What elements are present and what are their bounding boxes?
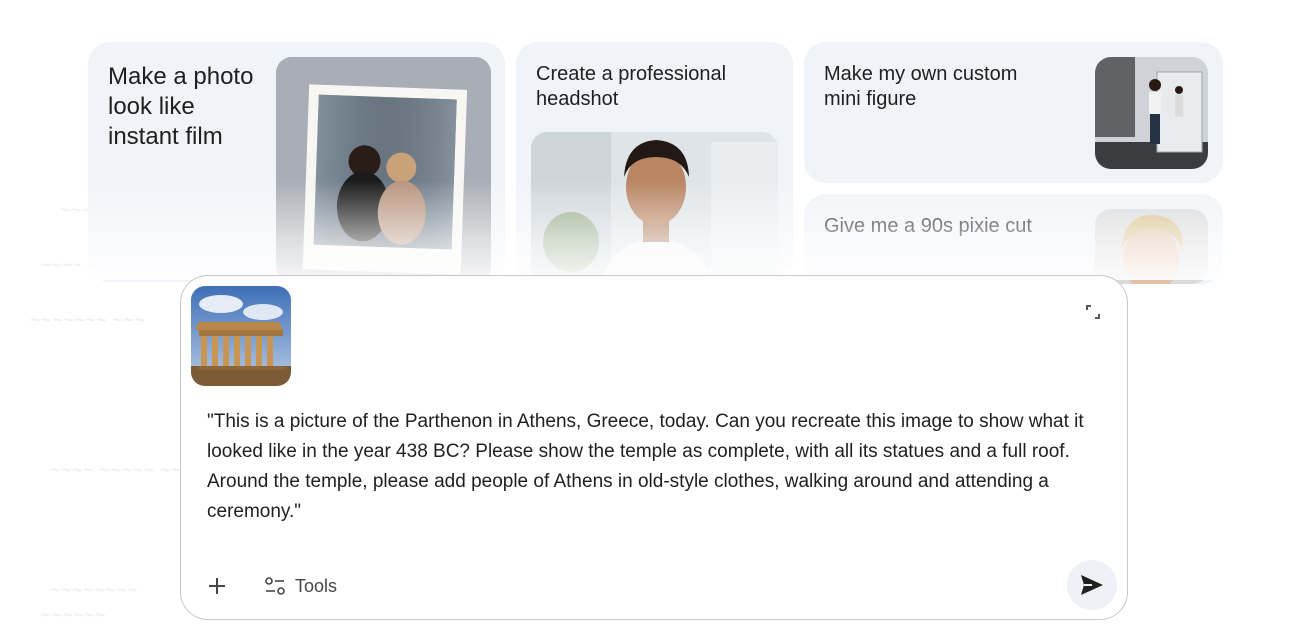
expand-icon: [1086, 305, 1100, 319]
add-attachment-button[interactable]: [203, 572, 231, 600]
tools-button[interactable]: Tools: [265, 572, 337, 600]
expand-button[interactable]: [1083, 302, 1103, 322]
headshot-image: [531, 132, 778, 282]
card-title: Make a photo look like instant film: [108, 63, 254, 150]
mini-figure-image: [1095, 57, 1208, 169]
suggestion-card-headshot[interactable]: Create a professional headshot: [516, 42, 793, 282]
card-title: Make my own custom mini figure: [824, 63, 1018, 110]
tools-label: Tools: [295, 575, 338, 596]
send-button[interactable]: [1067, 560, 1117, 610]
suggestion-card-pixie-cut[interactable]: Give me a 90s pixie cut: [804, 194, 1223, 284]
plus-icon: [209, 578, 225, 594]
pixie-cut-image: [1095, 209, 1208, 284]
instant-film-image: [276, 57, 491, 282]
send-icon: [1081, 575, 1103, 595]
prompt-composer[interactable]: "This is a picture of the Parthenon in A…: [180, 275, 1128, 620]
prompt-text[interactable]: "This is a picture of the Parthenon in A…: [207, 407, 1107, 527]
suggestion-card-mini-figure[interactable]: Make my own custom mini figure: [804, 42, 1223, 183]
card-title: Create a professional headshot: [536, 63, 727, 110]
suggestion-card-instant-film[interactable]: Make a photo look like instant film: [88, 42, 505, 282]
card-title: Give me a 90s pixie cut: [824, 215, 1032, 237]
attached-image-thumbnail[interactable]: [191, 286, 291, 386]
tools-icon: [265, 577, 285, 595]
